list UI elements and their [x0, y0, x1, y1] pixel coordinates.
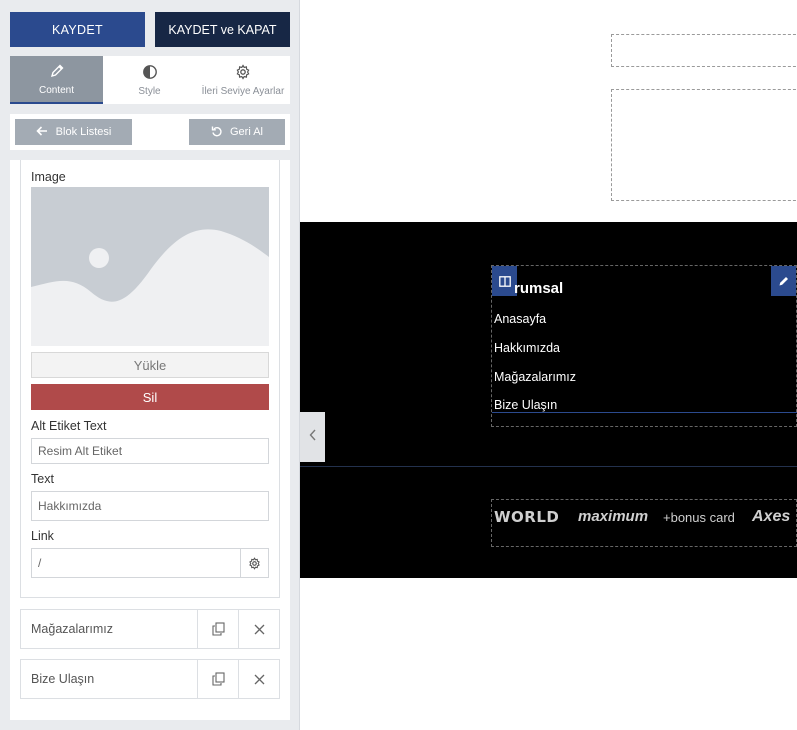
block-nav: Blok Listesi Geri Al [10, 114, 290, 150]
axess-logo: Axes [752, 508, 791, 525]
placeholder-block[interactable] [611, 89, 797, 201]
menu-link[interactable]: Mağazalarımız [494, 370, 576, 384]
menu-title: rumsal [514, 280, 564, 297]
menu-block[interactable]: rumsal Anasayfa Hakkımızda Mağazalarımız… [491, 265, 797, 427]
link-input[interactable]: / [31, 548, 269, 578]
list-item-label: Mağazalarımız [31, 622, 113, 636]
alt-text-label: Alt Etiket Text [31, 419, 107, 433]
tab-content[interactable]: Content [10, 56, 103, 104]
panel-tabs: Content Style İleri Seviye Ayarlar [10, 56, 290, 104]
settings-scroll-area[interactable]: Image Yükle Sil Alt Etiket Text Resim Al… [10, 160, 290, 720]
payment-logos-block[interactable]: WORLD maximum +bonus card Axes [491, 499, 797, 547]
save-button[interactable]: KAYDET [10, 12, 145, 47]
tab-style[interactable]: Style [103, 56, 196, 104]
bonus-card-logo: +bonus card [663, 510, 735, 525]
edit-pencil-icon[interactable] [771, 266, 796, 296]
divider [300, 466, 797, 467]
block-list-button[interactable]: Blok Listesi [15, 119, 132, 145]
pencil-icon [49, 63, 65, 85]
menu-link[interactable]: Bize Ulaşın [494, 398, 557, 412]
close-icon[interactable] [238, 610, 279, 648]
close-icon[interactable] [238, 660, 279, 698]
save-and-close-button[interactable]: KAYDET ve KAPAT [155, 12, 290, 47]
placeholder-block[interactable] [611, 34, 797, 67]
list-item[interactable]: Mağazalarımız [20, 609, 280, 649]
tab-label: Content [38, 84, 75, 96]
copy-icon[interactable] [197, 610, 238, 648]
menu-link[interactable]: Hakkımızda [494, 341, 560, 355]
chevron-left-icon [309, 428, 317, 446]
text-input[interactable]: Hakkımızda [31, 491, 269, 521]
upload-button[interactable]: Yükle [31, 352, 269, 378]
tab-label: İleri Seviye Ayarlar [201, 85, 285, 97]
world-logo: WORLD [494, 508, 560, 526]
alt-text-input[interactable]: Resim Alt Etiket [31, 438, 269, 464]
arrow-left-icon [36, 125, 48, 139]
editor-panel: KAYDET KAYDET ve KAPAT Content Style İle… [0, 0, 300, 730]
link-settings-gear-icon[interactable] [240, 549, 268, 577]
delete-image-button[interactable]: Sil [31, 384, 269, 410]
list-item[interactable]: Bize Ulaşın [20, 659, 280, 699]
image-label: Image [31, 170, 66, 184]
footer-preview: rumsal Anasayfa Hakkımızda Mağazalarımız… [300, 222, 797, 578]
tab-label: Style [138, 85, 161, 97]
link-value: / [38, 556, 42, 570]
undo-icon [211, 125, 223, 140]
collapse-panel-button[interactable] [300, 412, 325, 462]
item-edit-form: Image Yükle Sil Alt Etiket Text Resim Al… [20, 160, 280, 598]
block-list-label: Blok Listesi [55, 126, 112, 138]
gear-icon [235, 63, 251, 86]
maximum-logo: maximum [578, 508, 649, 525]
contrast-icon [142, 64, 158, 86]
link-label: Link [31, 529, 54, 543]
menu-link[interactable]: Anasayfa [494, 312, 546, 326]
undo-label: Geri Al [229, 126, 263, 138]
undo-button[interactable]: Geri Al [189, 119, 285, 145]
text-label: Text [31, 472, 54, 486]
list-item-label: Bize Ulaşın [31, 672, 95, 686]
tab-advanced-settings[interactable]: İleri Seviye Ayarlar [196, 56, 290, 104]
image-placeholder[interactable] [31, 187, 269, 346]
copy-icon[interactable] [197, 660, 238, 698]
